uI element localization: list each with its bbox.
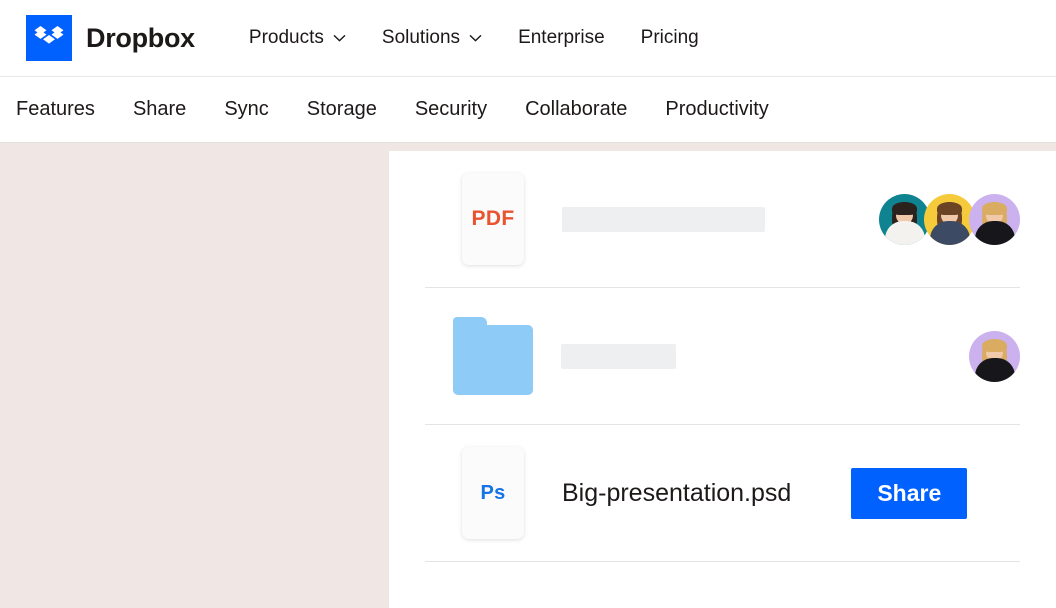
chevron-down-icon (333, 34, 346, 42)
hero-section: PDF (0, 143, 1056, 608)
avatar[interactable] (924, 194, 975, 245)
nav-item-enterprise[interactable]: Enterprise (518, 27, 605, 49)
pdf-file-icon: PDF (462, 173, 524, 265)
file-list: PDF (389, 151, 1056, 562)
avatar[interactable] (969, 194, 1020, 245)
psd-file-icon: Ps (462, 447, 524, 539)
file-list-card: PDF (389, 151, 1056, 608)
file-name: Big-presentation.psd (562, 479, 791, 508)
table-row[interactable]: Ps Big-presentation.psd Share (425, 425, 1020, 562)
nav-item-pricing-label: Pricing (641, 27, 699, 49)
primary-navigation-bar: Dropbox Products Solutions Enterprise Pr… (0, 0, 1056, 77)
subnav-item-features[interactable]: Features (16, 98, 95, 121)
subnav-item-productivity[interactable]: Productivity (665, 98, 768, 121)
nav-item-enterprise-label: Enterprise (518, 27, 605, 49)
brand-name: Dropbox (86, 23, 195, 54)
subnav-item-share[interactable]: Share (133, 98, 186, 121)
subnav-item-security[interactable]: Security (415, 98, 487, 121)
subnav-item-collaborate[interactable]: Collaborate (525, 98, 627, 121)
nav-item-products[interactable]: Products (249, 27, 346, 49)
secondary-navigation-bar: Features Share Sync Storage Security Col… (0, 77, 1056, 143)
folder-icon (453, 317, 533, 395)
nav-item-solutions[interactable]: Solutions (382, 27, 482, 49)
subnav-item-sync[interactable]: Sync (224, 98, 268, 121)
avatar-portrait (879, 194, 930, 245)
brand-logo[interactable]: Dropbox (26, 15, 195, 61)
share-button[interactable]: Share (851, 468, 967, 519)
avatar-portrait (969, 194, 1020, 245)
file-name-placeholder (561, 344, 676, 369)
nav-item-pricing[interactable]: Pricing (641, 27, 699, 49)
avatar-group[interactable] (969, 331, 1020, 382)
avatar[interactable] (879, 194, 930, 245)
nav-item-products-label: Products (249, 27, 324, 49)
primary-nav-links: Products Solutions Enterprise Pricing (249, 27, 699, 49)
avatar-group[interactable] (879, 194, 1020, 245)
avatar-portrait (924, 194, 975, 245)
chevron-down-icon (469, 34, 482, 42)
avatar[interactable] (969, 331, 1020, 382)
subnav-item-storage[interactable]: Storage (307, 98, 377, 121)
dropbox-logo-icon (26, 15, 72, 61)
nav-item-solutions-label: Solutions (382, 27, 460, 49)
table-row[interactable] (425, 288, 1020, 425)
psd-file-icon-label: Ps (480, 482, 505, 505)
file-name-placeholder (562, 207, 765, 232)
pdf-file-icon-label: PDF (472, 207, 515, 231)
avatar-portrait (969, 331, 1020, 382)
table-row[interactable]: PDF (425, 151, 1020, 288)
